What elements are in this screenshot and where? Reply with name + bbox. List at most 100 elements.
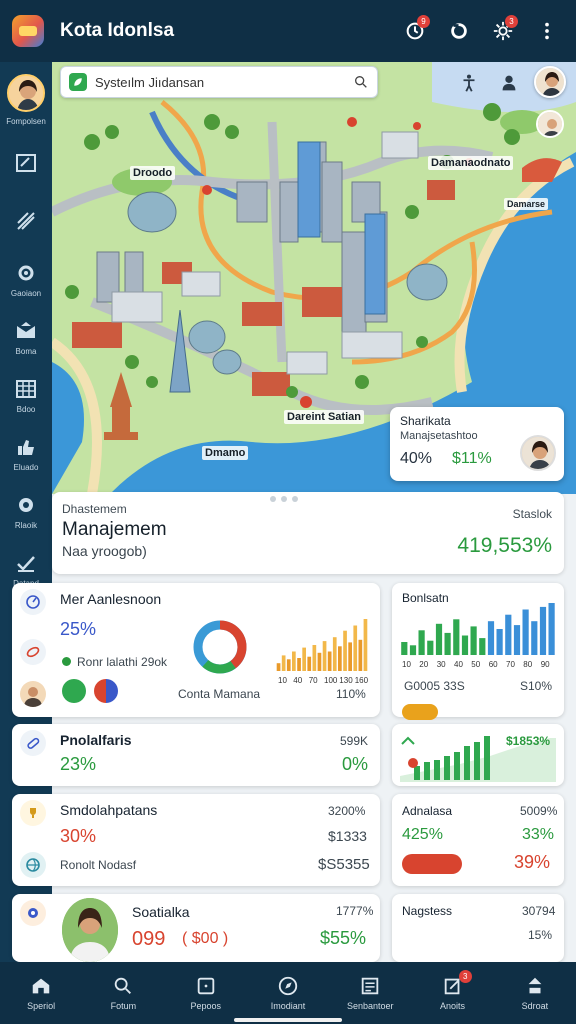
map-card-right-value: $11%	[452, 450, 492, 467]
chart-tick-label: 100	[324, 676, 338, 685]
sidebar-item-notes[interactable]	[0, 192, 52, 250]
bars-card-label: G0005 33S	[404, 679, 465, 693]
sheet-drag-handle[interactable]	[270, 496, 310, 502]
more-menu-button[interactable]	[530, 14, 564, 48]
chart-bar	[435, 623, 443, 655]
profile-photo[interactable]	[62, 898, 118, 962]
nav-item-profile[interactable]: Sdroat	[494, 962, 576, 1024]
bars-card-chart[interactable]: 10 20 30 40 50 60 70 80 90	[400, 599, 556, 669]
progress2-card[interactable]: Nagstess 30794 15%	[392, 894, 564, 962]
home-indicator[interactable]	[234, 1018, 342, 1022]
sidebar-item-rlaoik[interactable]: Rlaoik	[0, 482, 52, 540]
progress2-card-right-value: 15%	[528, 928, 553, 942]
profile-button[interactable]	[492, 66, 526, 100]
chart-bar	[317, 652, 322, 671]
grid-table-icon	[16, 379, 36, 398]
clock-notification-button[interactable]: 9	[398, 14, 432, 48]
person-icon	[528, 977, 542, 994]
sidebar-item-boma[interactable]: Boma	[0, 308, 52, 366]
city-map[interactable]: Droodo Damanaodnato Dmamo Dareint Satian…	[52, 62, 576, 494]
accessibility-button[interactable]	[452, 66, 486, 100]
person-portrait-icon	[9, 76, 43, 110]
summary-sheet[interactable]: Dhastemem Manajemem Naa yroogob) Staslok…	[52, 492, 564, 574]
accessibility-icon	[463, 74, 475, 92]
profile-card[interactable]: Soatialka 099 ( $00 ) 1777% $55%	[12, 894, 380, 962]
growth-pill[interactable]	[402, 704, 438, 720]
chart-bar	[401, 642, 408, 655]
admin-card[interactable]: Adnalasa 5009% 425% 33% 39%	[392, 794, 564, 886]
growth-dot-icon	[408, 758, 418, 768]
chart-tick-label: 50	[471, 660, 480, 669]
chart-bar	[548, 603, 555, 655]
chart-bar	[418, 630, 425, 655]
overview-card[interactable]: Mer Aanlesnoon 25% Ronr lalathi 29ok Con…	[12, 583, 380, 717]
chart-bar	[348, 642, 352, 671]
chart-bar	[281, 655, 286, 671]
map-search-input[interactable]	[95, 74, 353, 90]
trophy-icon	[20, 800, 46, 826]
map-label-bottom[interactable]: Dmamo	[202, 446, 249, 460]
globe-icon	[20, 852, 46, 878]
chart-bar	[343, 630, 347, 671]
chart-bar	[453, 619, 460, 656]
growth-card[interactable]: $1853%	[392, 704, 564, 786]
admin-card-title: Adnalasa	[402, 804, 453, 818]
chart-tick-label: 70	[506, 660, 515, 669]
map-label-east[interactable]: Damanaodnato	[428, 156, 514, 170]
admin-card-value: 425%	[402, 826, 443, 843]
overview-bar-pct: 110%	[336, 687, 366, 701]
profile-card-right-value: $55%	[320, 928, 367, 948]
sales-card-title: Smdolahpatans	[60, 802, 158, 818]
settings-icon	[19, 497, 33, 512]
sidebar-item-label: Gaoiaon	[10, 288, 42, 298]
document-icon	[362, 977, 379, 995]
sidebar-item-edit[interactable]	[0, 134, 52, 192]
chart-bar	[353, 625, 358, 671]
chart-bar	[539, 606, 547, 655]
overview-bar-chart[interactable]: 10 40 70 100 130 160	[276, 615, 368, 685]
map-user-pin[interactable]	[536, 110, 564, 138]
bars-card[interactable]: Bonlsatn 10 20 30 40 50 60 70 80 90 G0005 33S S1…	[392, 583, 564, 717]
chart-bar	[522, 609, 529, 655]
nav-item-home[interactable]: Speriol	[0, 962, 82, 1024]
map-card-left-value: 40%	[400, 450, 433, 467]
nav-item-explore[interactable]: Imodiant	[247, 962, 329, 1024]
sidebar-item-bdoo[interactable]: Bdoo	[0, 366, 52, 424]
map-info-card[interactable]: Sharikata Manajsetashtoo 40% $11%	[390, 407, 564, 481]
square-icon	[197, 977, 214, 995]
app-logo-icon[interactable]	[12, 15, 44, 47]
nav-alerts-badge: 3	[458, 970, 472, 983]
sidebar-item-gaoiaon[interactable]: Gaoiaon	[0, 250, 52, 308]
sales-card[interactable]: Smdolahpatans 30% 3200% $1333 Ronolt Nod…	[12, 794, 380, 886]
sheet-right-label: Staslok	[512, 507, 552, 521]
nav-item-documents[interactable]: Senbantoer	[329, 962, 411, 1024]
toggle-dual-icon[interactable]	[94, 679, 118, 703]
nav-item-reports[interactable]: Pepoos	[165, 962, 247, 1024]
map-label-market[interactable]: Damarse	[504, 198, 549, 210]
sync-button[interactable]	[442, 14, 476, 48]
map-search-bar[interactable]	[60, 66, 378, 98]
map-label-centre[interactable]: Dareint Satian	[284, 410, 364, 424]
chart-tick-label: 90	[541, 660, 550, 669]
toggle-green-icon[interactable]	[62, 679, 86, 703]
donut-chart[interactable]	[190, 617, 250, 677]
admin-card-pill[interactable]	[402, 854, 462, 874]
chart-bar	[297, 658, 301, 671]
search-icon[interactable]	[353, 74, 369, 90]
chart-bar	[327, 651, 332, 671]
settings-button[interactable]: 3	[486, 14, 520, 48]
nav-item-alerts[interactable]: 3 Anoits	[411, 962, 493, 1024]
overview-title: Mer Aanlesnoon	[60, 591, 162, 607]
progress-card[interactable]: Pnolalfaris 23% 599K 0%	[12, 724, 380, 786]
chart-bar	[496, 629, 503, 655]
profile-card-title: Soatialka	[132, 904, 190, 920]
chart-tick-label: 10	[402, 660, 411, 669]
chart-tick-label: 160	[355, 676, 368, 685]
map-avatar[interactable]	[534, 66, 566, 98]
map-label-north[interactable]: Droodo	[130, 166, 176, 180]
settings-badge: 3	[505, 15, 518, 28]
user-avatar[interactable]	[7, 74, 45, 112]
sidebar-item-eluado[interactable]: Eluado	[0, 424, 52, 482]
nav-item-search[interactable]: Fotum	[82, 962, 164, 1024]
admin-card-pill-value: 39%	[514, 852, 551, 872]
